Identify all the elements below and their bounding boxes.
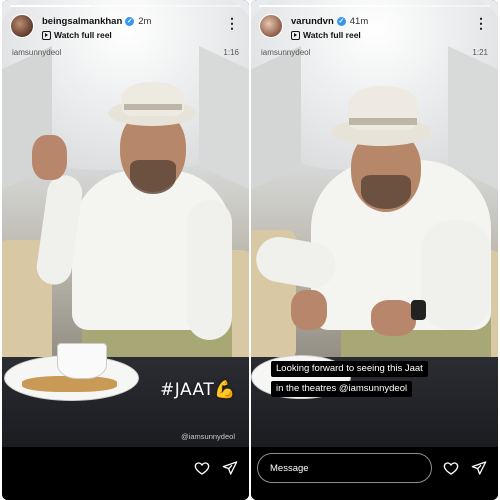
watch-full-reel-link[interactable]: Watch full reel [291, 30, 361, 41]
message-input[interactable] [257, 453, 432, 483]
verified-badge-icon: ✓ [125, 16, 135, 26]
more-options-icon[interactable]: ⋮ [225, 16, 239, 30]
food [22, 376, 117, 392]
story-panel-right[interactable]: Looking forward to seeing this Jaat in t… [251, 0, 498, 500]
story-caption: Looking forward to seeing this Jaat in t… [271, 358, 461, 398]
watch [411, 300, 426, 320]
person-arm [187, 200, 232, 340]
reel-icon [291, 31, 300, 41]
avatar[interactable] [259, 14, 283, 38]
hat-band [349, 118, 417, 125]
story-progress-fill [10, 5, 91, 7]
heart-icon[interactable] [194, 460, 210, 476]
hat-band [124, 104, 182, 110]
person-beard [361, 175, 411, 209]
reel-icon [42, 31, 51, 41]
cabin-bin [251, 46, 301, 194]
story-hashtag: #JAAT💪 [160, 380, 236, 400]
hat [122, 82, 184, 116]
person-beard [130, 160, 176, 194]
cup [57, 343, 107, 379]
cabin-bin [199, 46, 249, 194]
person-hand [291, 290, 327, 330]
reel-link-label: Watch full reel [303, 30, 361, 40]
story-panel-left[interactable]: #JAAT💪 @iamsunnydeol beingsalmankhan ✓ 2m … [2, 0, 249, 500]
story-username[interactable]: beingsalmankhan ✓ 2m [42, 16, 151, 27]
caption-line: Looking forward to seeing this Jaat [271, 361, 428, 377]
caption-line: in the theatres @iamsunnydeol [271, 381, 413, 397]
verified-badge-icon: ✓ [336, 16, 346, 26]
story-header: varundvn ✓ 41m Watch full reel ⋮ [251, 12, 498, 44]
story-progress-fill [259, 5, 387, 7]
flexed-arm-icon: 💪 [214, 380, 236, 400]
username-text[interactable]: beingsalmankhan [42, 16, 122, 27]
watermark: @iamsunnydeol [181, 432, 235, 441]
person-arm [421, 220, 491, 330]
tagged-username[interactable]: iamsunnydeol [261, 48, 310, 57]
more-options-icon[interactable]: ⋮ [474, 16, 488, 30]
watch-full-reel-link[interactable]: Watch full reel [42, 30, 112, 41]
tagged-username[interactable]: iamsunnydeol [12, 48, 61, 57]
reel-duration: 1:21 [472, 48, 488, 57]
story-time: 41m [349, 16, 369, 27]
person-hand [32, 135, 67, 180]
person-hand [371, 300, 416, 336]
story-header: beingsalmankhan ✓ 2m Watch full reel ⋮ [2, 12, 249, 44]
heart-icon[interactable] [443, 460, 459, 476]
story-media[interactable]: Looking forward to seeing this Jaat in t… [251, 0, 498, 447]
send-icon[interactable] [471, 460, 487, 476]
story-footer [2, 447, 249, 500]
reel-duration: 1:16 [223, 48, 239, 57]
story-progress-bar [10, 5, 241, 7]
story-footer [251, 447, 498, 500]
story-username[interactable]: varundvn ✓ 41m [291, 16, 368, 27]
story-media[interactable]: #JAAT💪 @iamsunnydeol [2, 0, 249, 447]
username-text[interactable]: varundvn [291, 16, 334, 27]
story-time: 2m [138, 16, 152, 27]
story-progress-bar [259, 5, 490, 7]
avatar[interactable] [10, 14, 34, 38]
reel-link-label: Watch full reel [54, 30, 112, 40]
send-icon[interactable] [222, 460, 238, 476]
